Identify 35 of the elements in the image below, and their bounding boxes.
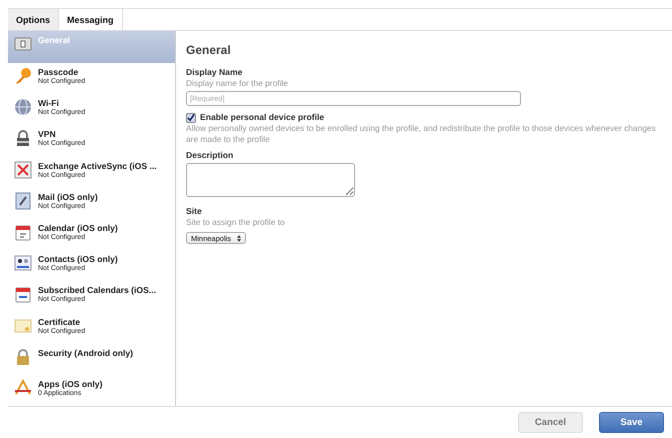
field-label: Description [186,150,234,161]
switch-icon [14,35,32,53]
item-name: Mail (iOS only) [38,192,98,202]
item-name: Wi-Fi [38,98,60,108]
padlock-icon [14,348,32,366]
tab[interactable]: Options [8,9,59,30]
section-title: General [186,43,232,57]
item-name: VPN [38,129,57,140]
item-name: Subscribed Calendars (iOS... [38,285,156,296]
checkbox-label: Enable personal device profile [200,112,324,123]
item-name: General [38,35,70,46]
item-name: Security (Android only) [38,348,134,359]
field-hint: Allow personally owned devices to be enrolled using the profile, and redistribute the profile to those devices whenever changes are made to the profile [186,123,657,145]
globe-icon [14,98,32,116]
contacts-icon [14,254,32,272]
calendar-icon [14,222,32,241]
padlock-icon [14,129,32,148]
field-hint: Display name for the profile [186,78,289,89]
certificate-icon [14,316,32,334]
item-name: Calendar (iOS only) [38,222,118,234]
item-name: Exchange ActiveSync (iOS ... [38,160,157,172]
item-name: Certificate [38,316,82,328]
cancel-button[interactable]: Cancel [518,412,583,433]
checkbox[interactable] [186,112,196,122]
field-label: Site [186,206,203,217]
item-name: Apps (iOS only) [38,378,102,390]
save-button[interactable]: Save [599,412,664,433]
item-name: Passcode [38,67,80,78]
field-label: Display Name [186,67,244,78]
stepper-icon [237,234,242,242]
field-hint: Site to assign the profile to [186,217,286,228]
item-name: Contacts (iOS only) [38,254,118,264]
exchange-icon [14,160,32,179]
calendar-icon [14,285,32,304]
key-icon [14,67,32,85]
